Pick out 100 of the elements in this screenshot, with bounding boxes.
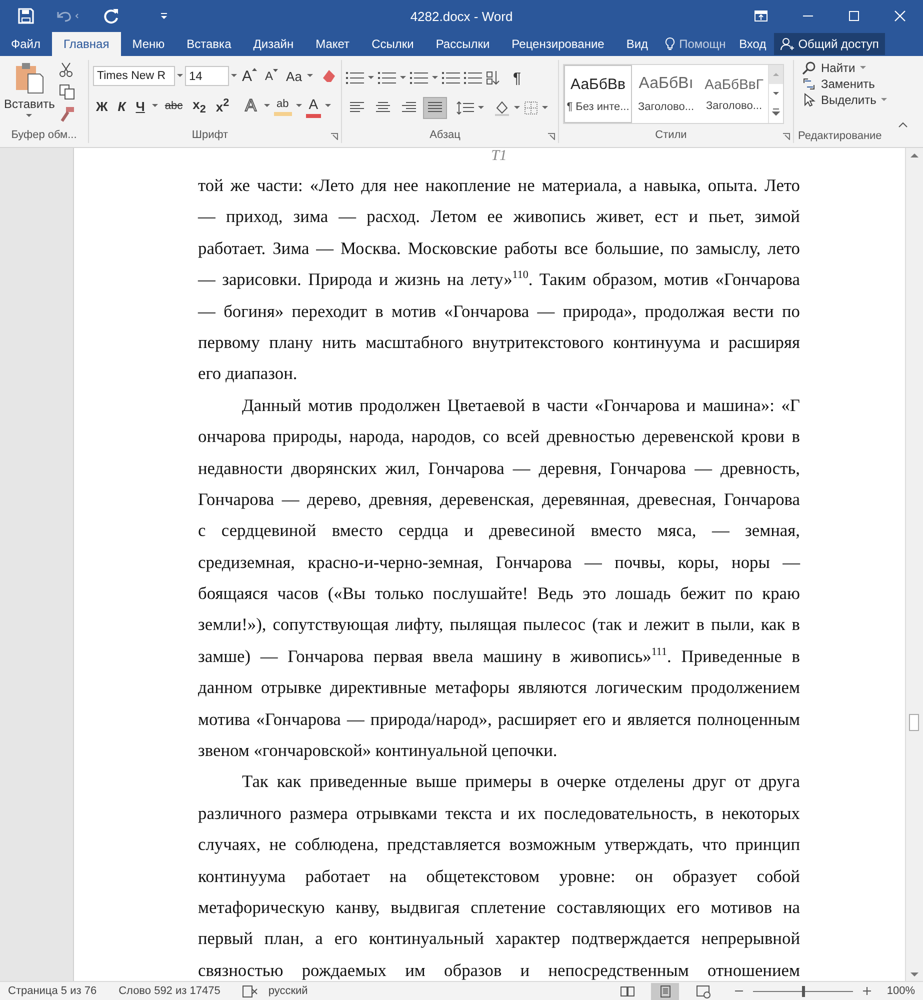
align-justify-button[interactable] <box>424 98 446 118</box>
proofing-icon[interactable] <box>242 984 258 998</box>
align-justify-icon <box>428 102 442 114</box>
caret-up-icon <box>252 68 258 70</box>
style-item[interactable]: АаБбВв ¶ Без инте... <box>564 65 632 123</box>
save-icon[interactable] <box>18 8 34 24</box>
ribbon-tab[interactable]: Рассылки <box>424 32 501 56</box>
dialog-launcher-icon[interactable] <box>331 133 338 140</box>
dropdown-caret-icon[interactable] <box>231 74 237 78</box>
vertical-scrollbar[interactable] <box>905 148 923 981</box>
replace-icon <box>802 77 816 91</box>
redo-icon[interactable] <box>104 8 120 24</box>
numbering-icon[interactable] <box>378 71 396 85</box>
copy-icon[interactable] <box>58 84 75 100</box>
increase-indent-icon[interactable] <box>464 71 482 85</box>
ribbon-tab[interactable]: Макет <box>304 32 361 56</box>
scrollbar-thumb[interactable] <box>909 714 919 731</box>
print-layout-view-icon[interactable] <box>650 982 679 1000</box>
change-case-button[interactable]: Aa <box>283 66 305 86</box>
decrease-indent-icon[interactable] <box>442 71 460 85</box>
language-indicator[interactable]: русский <box>268 985 308 997</box>
ribbon-tab[interactable]: Дизайн <box>242 32 305 56</box>
shrink-font-button[interactable]: A <box>262 67 282 85</box>
dropdown-caret-icon[interactable] <box>296 104 302 108</box>
dropdown-caret-icon[interactable] <box>478 106 484 110</box>
line-spacing-icon[interactable] <box>456 101 474 115</box>
caret-icon <box>26 114 32 118</box>
sign-in-link[interactable]: Вход <box>735 32 770 56</box>
zoom-slider-thumb[interactable] <box>802 986 805 996</box>
ribbon-tab[interactable]: Файл <box>0 32 52 56</box>
paste-button[interactable]: Вставить <box>4 60 55 127</box>
person-add-icon <box>780 37 794 51</box>
align-center-icon <box>376 102 390 114</box>
ribbon-tab[interactable]: Вставка <box>176 32 242 56</box>
page-count[interactable]: Страница 5 из 76 <box>8 985 97 997</box>
strikethrough-button[interactable]: abc <box>162 98 186 114</box>
caret-down-icon <box>273 69 278 72</box>
group-label: Абзац <box>430 128 460 143</box>
italic-button[interactable]: К <box>114 96 129 116</box>
word-count[interactable]: Слово 592 из 17475 <box>118 985 220 997</box>
select-button[interactable]: Выделить <box>798 92 892 108</box>
cut-icon[interactable] <box>58 62 73 78</box>
ribbon-tab[interactable]: Меню <box>121 32 176 56</box>
share-button[interactable]: Общий доступ <box>774 33 885 55</box>
ribbon-tab[interactable]: Главная <box>52 32 122 56</box>
dropdown-caret-icon[interactable] <box>542 106 548 110</box>
dropdown-caret-icon[interactable] <box>152 104 158 108</box>
ribbon-display-icon[interactable] <box>754 10 768 22</box>
customize-toolbar-icon[interactable] <box>160 12 168 20</box>
clipboard-icon <box>14 62 44 94</box>
dropdown-caret-icon[interactable] <box>432 76 438 80</box>
shading-icon[interactable] <box>494 100 510 116</box>
dropdown-caret-icon[interactable] <box>325 104 332 108</box>
align-right-icon <box>402 102 416 114</box>
tell-me-field[interactable]: Помощн <box>679 37 730 51</box>
multilevel-list-icon[interactable] <box>410 71 428 85</box>
style-item[interactable]: АаБбВı Заголово... <box>632 65 700 123</box>
dropdown-caret-icon[interactable] <box>264 104 270 108</box>
group-label: Стили <box>655 128 687 143</box>
highlight-button[interactable]: ab <box>274 96 292 116</box>
scroll-up-icon[interactable] <box>910 152 919 158</box>
maximize-icon[interactable] <box>848 10 860 22</box>
ribbon-tab[interactable]: Вид <box>615 32 660 56</box>
zoom-in-icon[interactable] <box>862 987 871 995</box>
font-name-field[interactable]: Times New R <box>93 66 175 86</box>
superscript-button[interactable]: x$^{2}$ <box>212 95 232 117</box>
font-size-field[interactable]: 14 <box>185 66 229 86</box>
zoom-level[interactable]: 100% <box>886 985 915 997</box>
dropdown-caret-icon[interactable] <box>177 74 183 78</box>
scroll-down-icon[interactable] <box>910 972 919 978</box>
dropdown-caret-icon[interactable] <box>368 76 374 80</box>
bullets-icon[interactable] <box>346 71 364 85</box>
dialog-launcher-icon[interactable] <box>548 133 555 140</box>
replace-button[interactable]: Заменить <box>798 76 892 92</box>
sort-icon[interactable] <box>486 70 500 86</box>
subscript-button[interactable]: x$_{2}$ <box>190 94 209 118</box>
show-formatting-button[interactable]: ¶ <box>510 68 524 88</box>
ribbon-tab[interactable]: Рецензирование <box>500 32 616 56</box>
dialog-launcher-icon[interactable] <box>783 133 790 140</box>
window-title: 4282.docx - Word <box>410 9 513 24</box>
dropdown-caret-icon[interactable] <box>400 76 406 80</box>
dropdown-caret-icon[interactable] <box>306 74 313 78</box>
cursor-icon <box>802 93 816 107</box>
text-effects-button[interactable]: A <box>242 94 260 118</box>
lightbulb-icon[interactable] <box>665 37 676 51</box>
group-label: Буфер обм... <box>10 128 78 143</box>
ribbon-tab[interactable]: Ссылки <box>360 32 425 56</box>
bold-button[interactable]: Ж <box>93 96 111 116</box>
close-icon[interactable] <box>894 10 906 22</box>
page-header: T1 <box>491 148 507 164</box>
borders-icon[interactable] <box>524 101 538 115</box>
dropdown-caret-icon[interactable] <box>514 106 520 110</box>
collapse-ribbon-icon[interactable] <box>898 122 908 128</box>
underline-button[interactable]: Ч <box>132 96 148 116</box>
group-label: Редактирование <box>798 129 883 144</box>
font-color-button[interactable]: A <box>306 94 322 118</box>
grow-font-button[interactable]: A <box>239 66 260 86</box>
find-button[interactable]: Найти <box>798 60 892 76</box>
format-painter-icon[interactable] <box>58 106 75 122</box>
style-item[interactable]: АаБбВвГ Заголово... <box>700 65 768 123</box>
